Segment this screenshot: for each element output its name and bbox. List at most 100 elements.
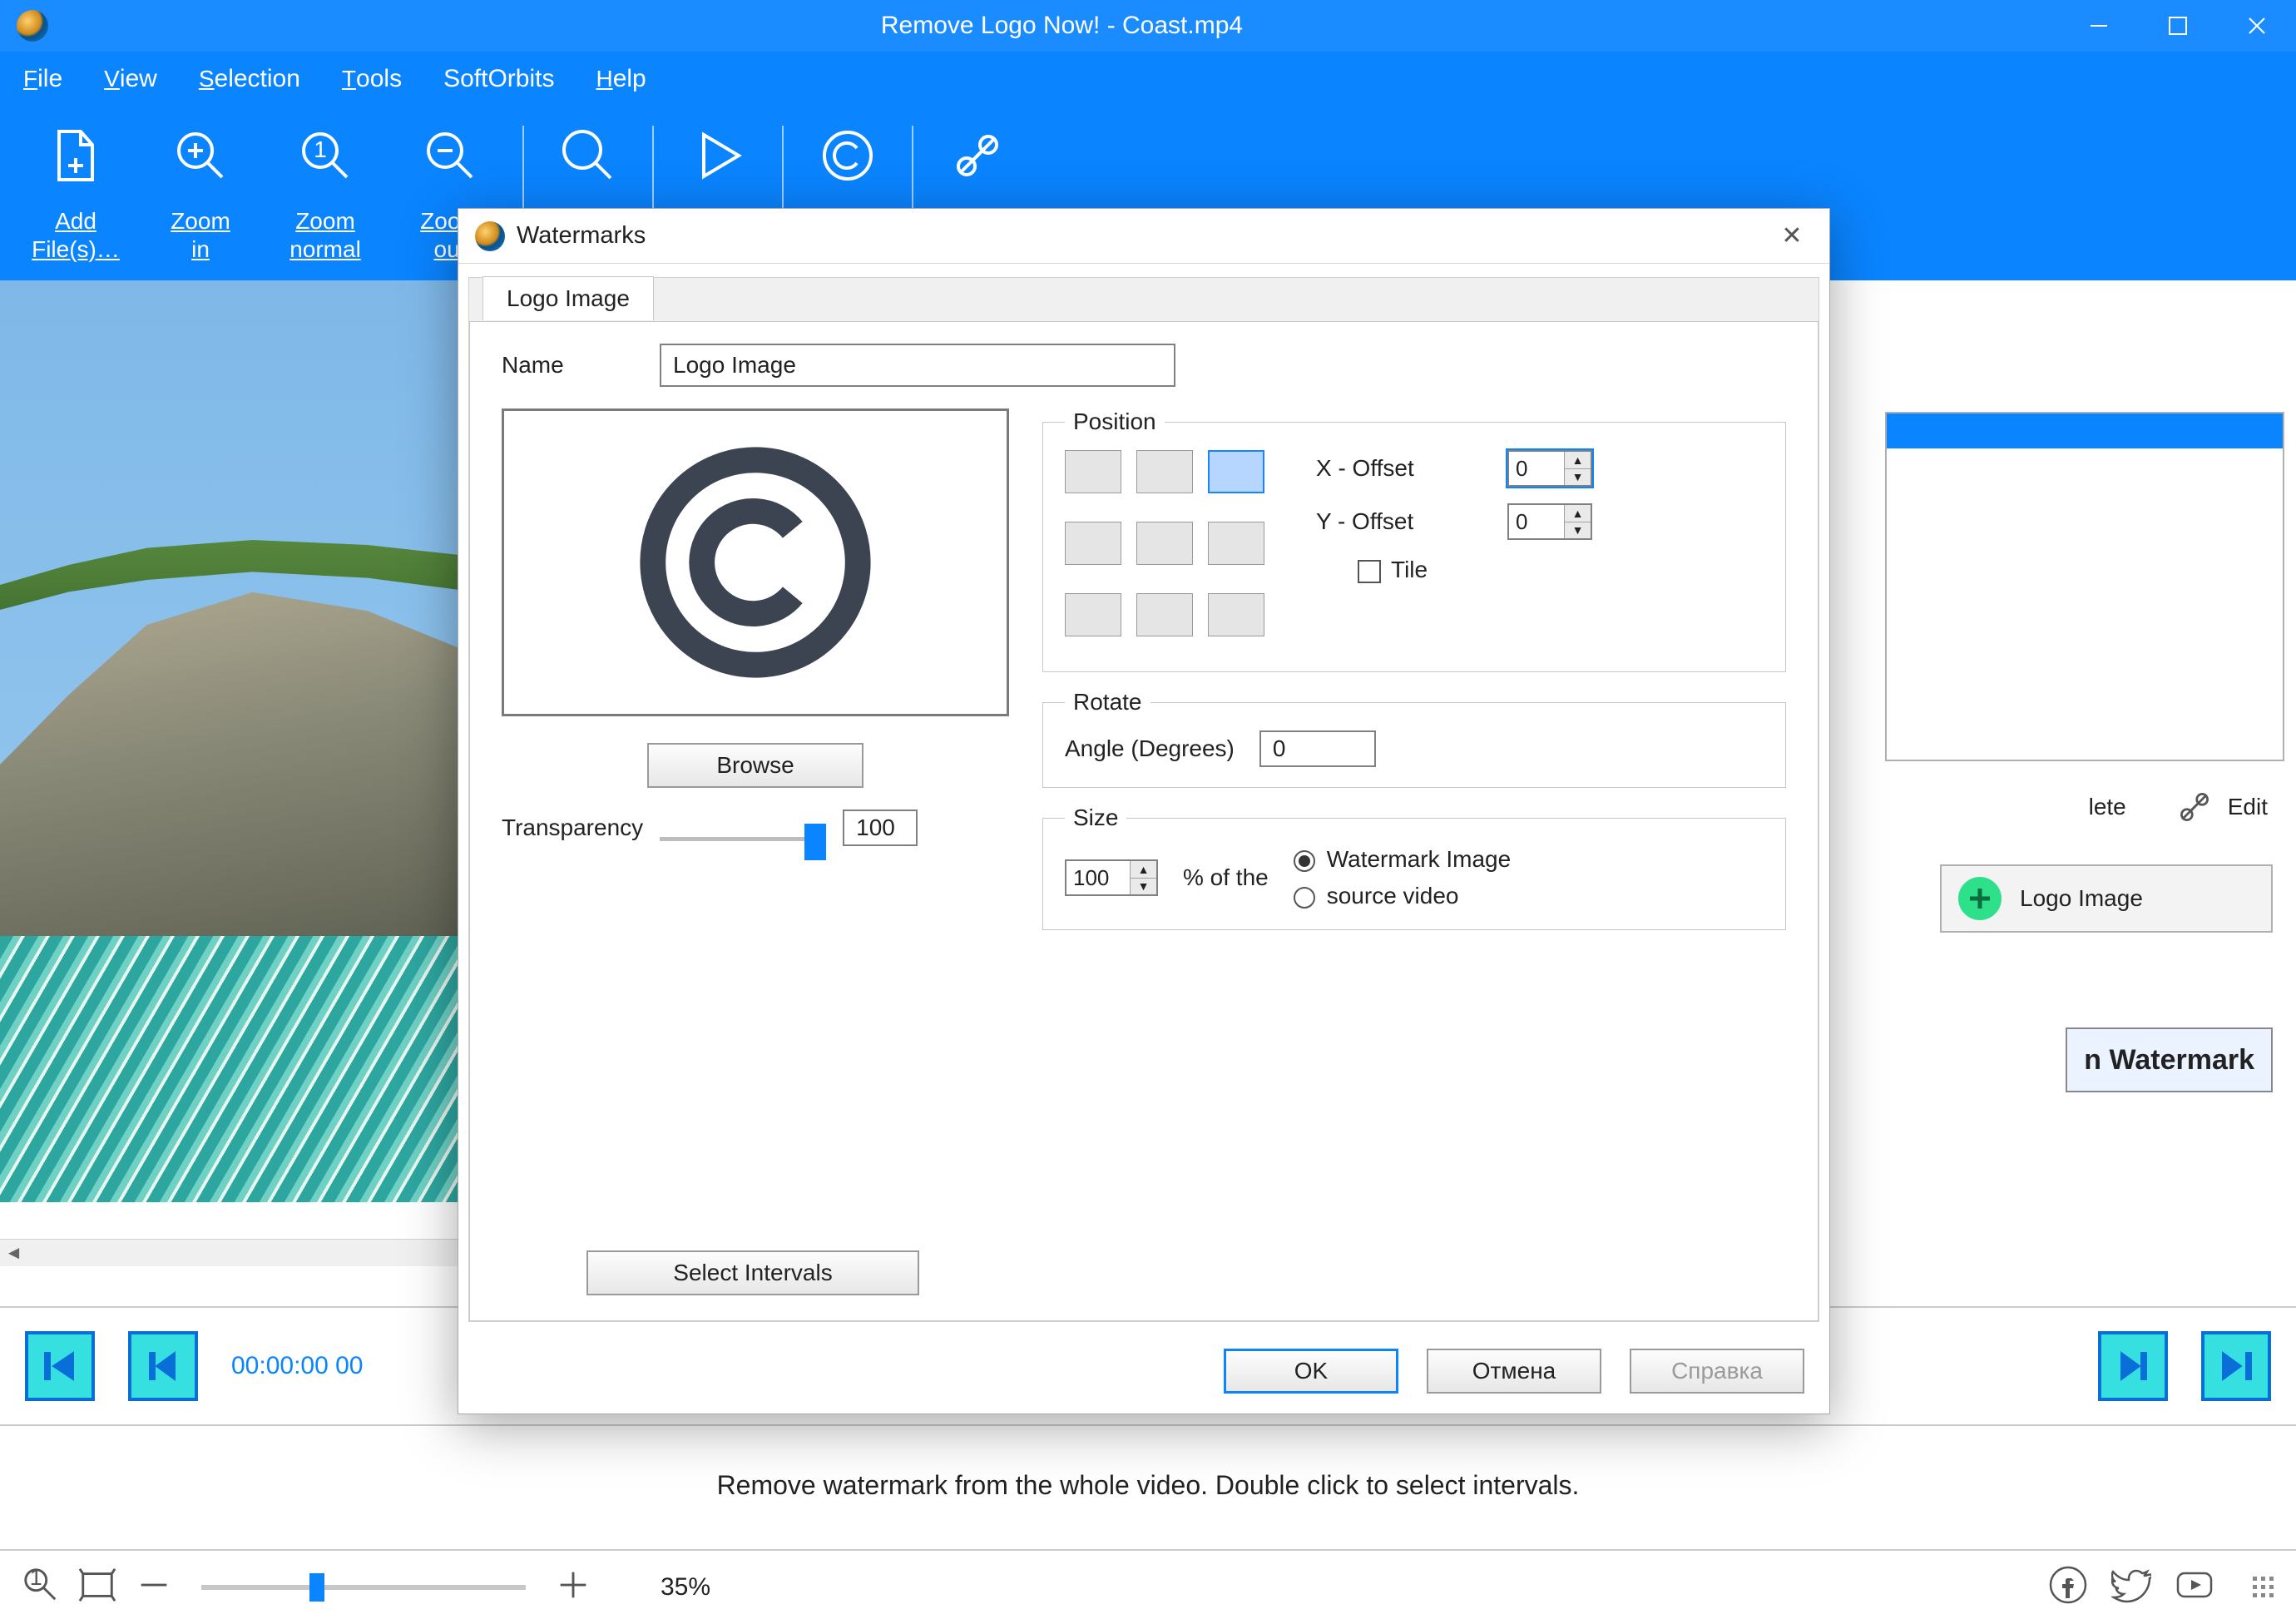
- pos-top-center[interactable]: [1136, 450, 1193, 493]
- resize-grip[interactable]: [2253, 1577, 2274, 1598]
- svg-text:1: 1: [314, 136, 327, 162]
- scroll-track[interactable]: [27, 1240, 459, 1266]
- facebook-icon[interactable]: [2048, 1565, 2088, 1611]
- help-button[interactable]: Справка: [1630, 1349, 1804, 1394]
- position-grid: [1065, 450, 1266, 651]
- zoom-out-icon[interactable]: [135, 1566, 173, 1610]
- transparency-value[interactable]: [843, 810, 918, 846]
- x-offset-input[interactable]: [1509, 452, 1564, 485]
- pos-mid-right[interactable]: [1208, 522, 1264, 565]
- horizontal-scrollbar[interactable]: ◄: [0, 1239, 459, 1266]
- size-radio-video[interactable]: source video: [1294, 883, 1511, 909]
- pos-bot-right[interactable]: [1208, 593, 1264, 636]
- step-forward-button[interactable]: [2098, 1331, 2168, 1401]
- y-down[interactable]: ▼: [1565, 522, 1591, 539]
- dialog-close-button[interactable]: ✕: [1771, 221, 1813, 250]
- zoom-normal-button[interactable]: 1 Zoomnormal: [263, 117, 388, 265]
- pos-top-left[interactable]: [1065, 450, 1121, 493]
- video-preview[interactable]: [0, 280, 459, 1202]
- x-offset-spinner[interactable]: ▲▼: [1507, 450, 1592, 487]
- timeline-hint: Remove watermark from the whole video. D…: [0, 1448, 2296, 1522]
- zoom-fit-icon[interactable]: 1: [22, 1566, 60, 1610]
- fit-window-icon[interactable]: [78, 1566, 116, 1610]
- zoom-slider-thumb[interactable]: [309, 1573, 324, 1602]
- browse-button[interactable]: Browse: [647, 743, 863, 788]
- size-suffix: % of the: [1183, 864, 1269, 891]
- size-radio-image[interactable]: Watermark Image: [1294, 846, 1511, 873]
- size-input[interactable]: [1066, 861, 1130, 894]
- pos-mid-left[interactable]: [1065, 522, 1121, 565]
- add-logo-image-button[interactable]: Logo Image: [1940, 864, 2273, 933]
- play-button[interactable]: [664, 117, 772, 189]
- edit-button[interactable]: Edit: [2176, 789, 2268, 825]
- transparency-thumb[interactable]: [804, 824, 826, 860]
- size-down[interactable]: ▼: [1131, 879, 1156, 895]
- pos-bot-left[interactable]: [1065, 593, 1121, 636]
- x-down[interactable]: ▼: [1565, 469, 1591, 486]
- watermarks-dialog: Watermarks ✕ Logo Image Name Browse Tran…: [458, 208, 1830, 1414]
- dialog-titlebar[interactable]: Watermarks ✕: [458, 209, 1829, 264]
- go-end-button[interactable]: [2201, 1331, 2271, 1401]
- timecode: 00:00:00 00: [231, 1352, 363, 1380]
- youtube-icon[interactable]: [2175, 1565, 2214, 1611]
- menu-softorbits[interactable]: SoftOrbits: [443, 65, 554, 93]
- rotate-group: Rotate Angle (Degrees): [1042, 689, 1786, 788]
- zoom-slider[interactable]: [201, 1585, 526, 1590]
- y-offset-spinner[interactable]: ▲▼: [1507, 503, 1592, 540]
- y-offset-label: Y - Offset: [1316, 508, 1466, 535]
- maximize-button[interactable]: [2138, 0, 2217, 52]
- own-watermark-button[interactable]: n Watermark: [2066, 1027, 2273, 1092]
- watermark-list-item-selected[interactable]: [1887, 413, 2283, 448]
- zoom-in-icon[interactable]: [554, 1566, 592, 1610]
- minimize-button[interactable]: [2059, 0, 2138, 52]
- select-intervals-button[interactable]: Select Intervals: [586, 1250, 919, 1295]
- y-up[interactable]: ▲: [1565, 505, 1591, 522]
- x-offset-label: X - Offset: [1316, 455, 1466, 482]
- add-files-button[interactable]: AddFile(s)…: [13, 117, 138, 265]
- menu-tools[interactable]: Tools: [342, 65, 402, 93]
- cancel-button[interactable]: Отмена: [1427, 1349, 1601, 1394]
- zoom-in-label: Zoomin: [138, 207, 263, 265]
- svg-text:1: 1: [30, 1566, 42, 1590]
- tile-checkbox[interactable]: Tile: [1358, 557, 1428, 583]
- plus-icon: [1958, 877, 2002, 920]
- menu-view[interactable]: View: [104, 65, 157, 93]
- footer-bar: 1 35%: [0, 1549, 2296, 1624]
- size-legend: Size: [1065, 805, 1126, 831]
- toolbar-separator: [652, 126, 654, 209]
- position-legend: Position: [1065, 408, 1165, 435]
- pos-top-right[interactable]: [1208, 450, 1264, 493]
- tab-logo-image[interactable]: Logo Image: [482, 276, 654, 320]
- scroll-left-arrow[interactable]: ◄: [0, 1240, 27, 1267]
- angle-input[interactable]: [1259, 730, 1376, 767]
- zoom-in-button[interactable]: Zoomin: [138, 117, 263, 265]
- name-input[interactable]: [660, 344, 1175, 387]
- find-button[interactable]: [534, 117, 642, 189]
- close-button[interactable]: [2217, 0, 2296, 52]
- ok-button[interactable]: OK: [1224, 1349, 1398, 1394]
- transparency-slider[interactable]: [660, 824, 826, 832]
- step-back-button[interactable]: [128, 1331, 198, 1401]
- x-up[interactable]: ▲: [1565, 452, 1591, 469]
- position-group: Position: [1042, 408, 1786, 672]
- pos-bot-center[interactable]: [1136, 593, 1193, 636]
- pos-mid-center[interactable]: [1136, 522, 1193, 565]
- go-start-button[interactable]: [25, 1331, 95, 1401]
- toolbar-separator: [912, 126, 913, 209]
- size-spinner[interactable]: ▲▼: [1065, 859, 1158, 896]
- transparency-label: Transparency: [502, 814, 643, 841]
- copyright-button[interactable]: [794, 117, 902, 189]
- dialog-title: Watermarks: [517, 222, 646, 250]
- rotate-legend: Rotate: [1065, 689, 1150, 715]
- menu-selection[interactable]: Selection: [199, 65, 300, 93]
- menu-file[interactable]: File: [23, 65, 62, 93]
- delete-button[interactable]: lete: [2089, 794, 2126, 820]
- menu-help[interactable]: Help: [596, 65, 646, 93]
- twitter-icon[interactable]: [2111, 1565, 2151, 1611]
- window-title: Remove Logo Now! - Coast.mp4: [65, 12, 2059, 40]
- add-files-label: AddFile(s)…: [13, 207, 138, 265]
- settings-button[interactable]: [923, 117, 1032, 189]
- y-offset-input[interactable]: [1509, 505, 1564, 538]
- watermark-listbox[interactable]: [1885, 412, 2284, 761]
- size-up[interactable]: ▲: [1131, 861, 1156, 879]
